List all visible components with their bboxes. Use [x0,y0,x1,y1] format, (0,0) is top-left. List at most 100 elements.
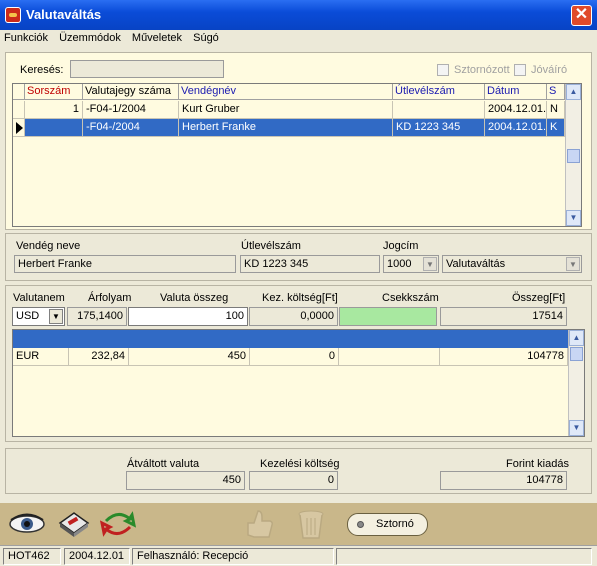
thumbs-up-icon [247,510,273,538]
title-bar: Valutaváltás ✕ [0,0,597,30]
col-header-vendegnev[interactable]: Vendégnév [179,84,393,100]
cell-valutajegy: -F04-1/2004 [83,101,179,119]
cell-datum: 2004.12.01. [485,119,547,137]
cell-s: K [547,119,565,137]
search-label: Keresés: [20,64,64,76]
receipt-table: Sorszám Valutajegy száma Vendégnév Útlev… [12,83,582,227]
col-header-s[interactable]: S [547,84,565,100]
scroll-thumb[interactable] [567,149,580,163]
trash-icon [298,510,324,539]
cell-currency: EUR [13,348,69,366]
menu-muveletek[interactable]: Műveletek [128,30,186,46]
status-user: Felhasználó: Recepció [132,548,334,565]
fee-field: 0,0000 [249,307,338,326]
cell-amount: 450 [129,348,250,366]
print-button[interactable] [56,509,92,539]
header-csekkszam: Csekkszám [382,292,439,304]
scroll-down-icon[interactable]: ▼ [569,420,584,436]
cell-utlevelszam [393,101,485,119]
search-input[interactable] [70,60,224,78]
guest-panel: Vendég neve Herbert Franke Útlevélszám K… [5,233,592,281]
fee-total-field: 0 [249,471,338,490]
passport-label: Útlevélszám [241,240,301,252]
joviro-checkbox-label: Jóváíró [531,64,568,76]
cell-sorszam [25,119,83,137]
printer-icon [58,512,90,537]
totals-panel: Átváltott valuta 450 Kezelési költség 0 … [5,448,592,494]
storno-button[interactable]: Sztornó [347,513,428,536]
delete-button[interactable] [296,507,326,541]
radio-dot-icon [357,521,364,528]
upper-panel: Keresés: Sztornózott Jóváíró Sorszám Val… [5,52,592,230]
cell-sorszam: 1 [25,101,83,119]
menu-funkciok[interactable]: Funkciók [0,30,52,46]
chevron-down-icon[interactable]: ▼ [423,257,437,271]
currency-table: EUR 232,84 450 0 104778 ▲ ▼ [12,329,585,437]
cell-vendegnev: Kurt Gruber [179,101,393,119]
joviro-checkbox[interactable] [514,64,526,76]
header-osszeg: Összeg[Ft] [512,292,566,304]
menu-sugo[interactable]: Súgó [189,30,223,46]
app-icon [5,7,21,23]
currency-value: USD [16,310,40,322]
refresh-icon [99,511,137,537]
toolbar: Sztornó [0,503,597,545]
cell-datum: 2004.12.01. [485,101,547,119]
guest-name-label: Vendég neve [16,240,81,252]
approve-button[interactable] [240,507,276,541]
window-title: Valutaváltás [26,7,102,22]
fee-total-label: Kezelési költség [260,458,340,470]
cell-s: N [547,101,565,119]
col-header-datum[interactable]: Dátum [485,84,547,100]
menu-uzemmodok[interactable]: Üzemmódok [55,30,125,46]
storno-checkbox-label: Sztornózott [454,64,510,76]
rate-field: 175,1400 [67,307,127,326]
menu-bar: Funkciók Üzemmódok Műveletek Súgó [0,30,597,48]
scroll-down-icon[interactable]: ▼ [566,210,581,226]
chevron-down-icon[interactable]: ▼ [566,257,580,271]
scroll-up-icon[interactable]: ▲ [566,84,581,100]
view-button[interactable] [8,511,46,537]
col-header-valutajegy[interactable]: Valutajegy száma [83,84,179,100]
check-number-input[interactable] [339,307,437,326]
currency-panel: Valutanem Árfolyam Valuta összeg Kez. kö… [5,285,592,442]
header-valutanem: Valutanem [13,292,65,304]
status-bar: HOT462 2004.12.01 Felhasználó: Recepció [0,545,597,566]
status-empty [336,548,592,565]
amount-input[interactable]: 100 [128,307,248,326]
jogcim-code-select[interactable]: 1000 ▼ [383,255,439,273]
header-valuta-osszeg: Valuta összeg [160,292,229,304]
cell-rate: 232,84 [69,348,129,366]
storno-button-label: Sztornó [376,518,414,530]
header-kez-koltseg: Kez. költség[Ft] [262,292,338,304]
forint-label: Forint kiadás [506,458,569,470]
triangle-right-icon [16,122,23,134]
currency-table-scrollbar[interactable]: ▲ ▼ [568,330,584,436]
jogcim-label: Jogcím [383,240,419,252]
guest-name-field: Herbert Franke [14,255,236,273]
jogcim-select[interactable]: Valutaváltás ▼ [442,255,582,273]
passport-field: KD 1223 345 [240,255,380,273]
table-row-selected[interactable] [13,330,568,348]
scroll-thumb[interactable] [570,347,583,361]
storno-checkbox[interactable] [437,64,449,76]
converted-label: Átváltott valuta [127,458,200,470]
upper-table-scrollbar[interactable]: ▲ ▼ [565,84,581,226]
refresh-button[interactable] [99,509,137,539]
chevron-down-icon[interactable]: ▼ [49,309,63,324]
row-pointer-icon [13,119,25,137]
converted-field: 450 [126,471,245,490]
col-header-utlevelszam[interactable]: Útlevélszám [393,84,485,100]
header-arfolyam: Árfolyam [88,292,132,304]
eye-icon [9,513,45,533]
cell-total: 104778 [440,348,568,366]
close-button[interactable]: ✕ [571,5,592,26]
cell-valutajegy: -F04-/2004 [83,119,179,137]
col-header-sorszam[interactable]: Sorszám [25,84,83,100]
currency-select[interactable]: USD ▼ [12,307,65,326]
cell-vendegnev: Herbert Franke [179,119,393,137]
scroll-up-icon[interactable]: ▲ [569,330,584,346]
total-field: 17514 [440,307,567,326]
cell-utlevelszam: KD 1223 345 [393,119,485,137]
cell-fee: 0 [250,348,339,366]
